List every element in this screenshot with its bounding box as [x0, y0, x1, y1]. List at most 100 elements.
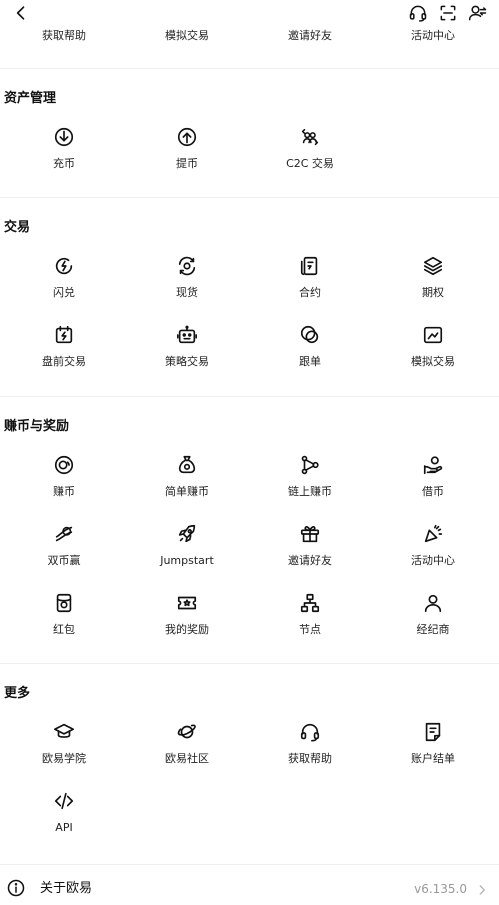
- item-label: 盘前交易: [42, 355, 86, 368]
- item-label: 双币赢: [47, 554, 81, 567]
- item-pre-market[interactable]: 盘前交易: [4, 322, 124, 378]
- divider: [0, 864, 499, 865]
- item-label: 合约: [299, 286, 321, 299]
- shortcut-events-label[interactable]: 活动中心: [373, 28, 493, 44]
- item-label: 节点: [299, 623, 321, 636]
- item-invite[interactable]: 邀请好友: [250, 521, 370, 577]
- spot-icon: [174, 253, 200, 279]
- version-label: v6.135.0: [414, 882, 467, 896]
- item-simple-earn[interactable]: 简单赚币: [127, 452, 247, 508]
- item-label: Jumpstart: [160, 554, 214, 567]
- top-bar: [0, 0, 499, 26]
- item-flash-convert[interactable]: 闪兑: [4, 253, 124, 309]
- section-title-trade: 交易: [4, 220, 31, 235]
- statement-icon: [420, 719, 446, 745]
- deposit-icon: [51, 124, 77, 150]
- divider: [0, 663, 499, 664]
- item-label: 获取帮助: [288, 752, 332, 765]
- earn-icon: [51, 452, 77, 478]
- money-bag-icon: [174, 452, 200, 478]
- item-label: C2C 交易: [286, 157, 334, 170]
- item-label: 经纪商: [416, 623, 450, 636]
- headset-icon: [297, 719, 323, 745]
- item-label: 闪兑: [53, 286, 75, 299]
- item-deposit[interactable]: 充币: [4, 124, 124, 180]
- item-label: 活动中心: [411, 554, 455, 567]
- item-withdraw[interactable]: 提币: [127, 124, 247, 180]
- ticket-icon: [174, 590, 200, 616]
- item-label: 现货: [176, 286, 198, 299]
- bot-icon: [174, 322, 200, 348]
- item-options[interactable]: 期权: [373, 253, 493, 309]
- item-dual-currency[interactable]: 双币赢: [4, 521, 124, 577]
- section-title-assets: 资产管理: [4, 91, 57, 106]
- item-label: 我的奖励: [165, 623, 209, 636]
- item-label: 欧易社区: [165, 752, 209, 765]
- pre-market-icon: [51, 322, 77, 348]
- item-onchain-earn[interactable]: 链上赚币: [250, 452, 370, 508]
- item-label: 借币: [422, 485, 444, 498]
- item-community[interactable]: 欧易社区: [127, 719, 247, 775]
- item-label: 红包: [53, 623, 75, 636]
- item-label: 链上赚币: [288, 485, 332, 498]
- gift-icon: [297, 521, 323, 547]
- item-loan[interactable]: 借币: [373, 452, 493, 508]
- planet-icon: [174, 719, 200, 745]
- section-title-more: 更多: [4, 686, 31, 701]
- academy-icon: [51, 719, 77, 745]
- item-copy-trade[interactable]: 跟单: [250, 322, 370, 378]
- item-my-rewards[interactable]: 我的奖励: [127, 590, 247, 646]
- item-futures[interactable]: 合约: [250, 253, 370, 309]
- item-events[interactable]: 活动中心: [373, 521, 493, 577]
- item-spot[interactable]: 现货: [127, 253, 247, 309]
- item-label: 欧易学院: [42, 752, 86, 765]
- copy-trade-icon: [297, 322, 323, 348]
- demo-trade-icon: [420, 322, 446, 348]
- rocket-icon: [174, 521, 200, 547]
- item-label: API: [55, 821, 73, 834]
- item-demo-trade[interactable]: 模拟交易: [373, 322, 493, 378]
- shortcut-demo-label[interactable]: 模拟交易: [127, 28, 247, 44]
- item-label: 简单赚币: [165, 485, 209, 498]
- item-label: 赚币: [53, 485, 75, 498]
- divider: [0, 68, 499, 69]
- shortcut-invite-label[interactable]: 邀请好友: [250, 28, 370, 44]
- item-node[interactable]: 节点: [250, 590, 370, 646]
- broker-icon: [420, 590, 446, 616]
- item-label: 策略交易: [165, 355, 209, 368]
- divider: [0, 197, 499, 198]
- dual-currency-icon: [51, 521, 77, 547]
- section-title-earn: 赚币与奖励: [4, 419, 70, 434]
- chevron-left-icon[interactable]: [10, 2, 32, 24]
- code-icon: [51, 788, 77, 814]
- item-help[interactable]: 获取帮助: [250, 719, 370, 775]
- item-academy[interactable]: 欧易学院: [4, 719, 124, 775]
- chevron-right-icon: [475, 882, 489, 896]
- red-packet-icon: [51, 590, 77, 616]
- futures-icon: [297, 253, 323, 279]
- user-switch-icon[interactable]: [465, 1, 491, 25]
- headset-icon[interactable]: [406, 1, 430, 25]
- about-row[interactable]: 关于欧易 v6.135.0: [0, 874, 499, 904]
- loan-icon: [420, 452, 446, 478]
- item-statement[interactable]: 账户结单: [373, 719, 493, 775]
- shortcut-row-partial: 获取帮助 模拟交易 邀请好友 活动中心: [0, 28, 499, 44]
- flash-convert-icon: [51, 253, 77, 279]
- shortcut-help-label[interactable]: 获取帮助: [4, 28, 124, 44]
- withdraw-icon: [174, 124, 200, 150]
- item-c2c[interactable]: C2C 交易: [250, 124, 370, 180]
- about-label: 关于欧易: [40, 881, 93, 896]
- item-red-packet[interactable]: 红包: [4, 590, 124, 646]
- item-api[interactable]: API: [4, 788, 124, 844]
- item-jumpstart[interactable]: Jumpstart: [127, 521, 247, 577]
- options-icon: [420, 253, 446, 279]
- item-bot[interactable]: 策略交易: [127, 322, 247, 378]
- node-icon: [297, 590, 323, 616]
- item-label: 充币: [53, 157, 75, 170]
- item-label: 提币: [176, 157, 198, 170]
- item-earn[interactable]: 赚币: [4, 452, 124, 508]
- divider: [0, 396, 499, 397]
- info-icon: [6, 878, 26, 898]
- scan-icon[interactable]: [436, 1, 460, 25]
- item-broker[interactable]: 经纪商: [373, 590, 493, 646]
